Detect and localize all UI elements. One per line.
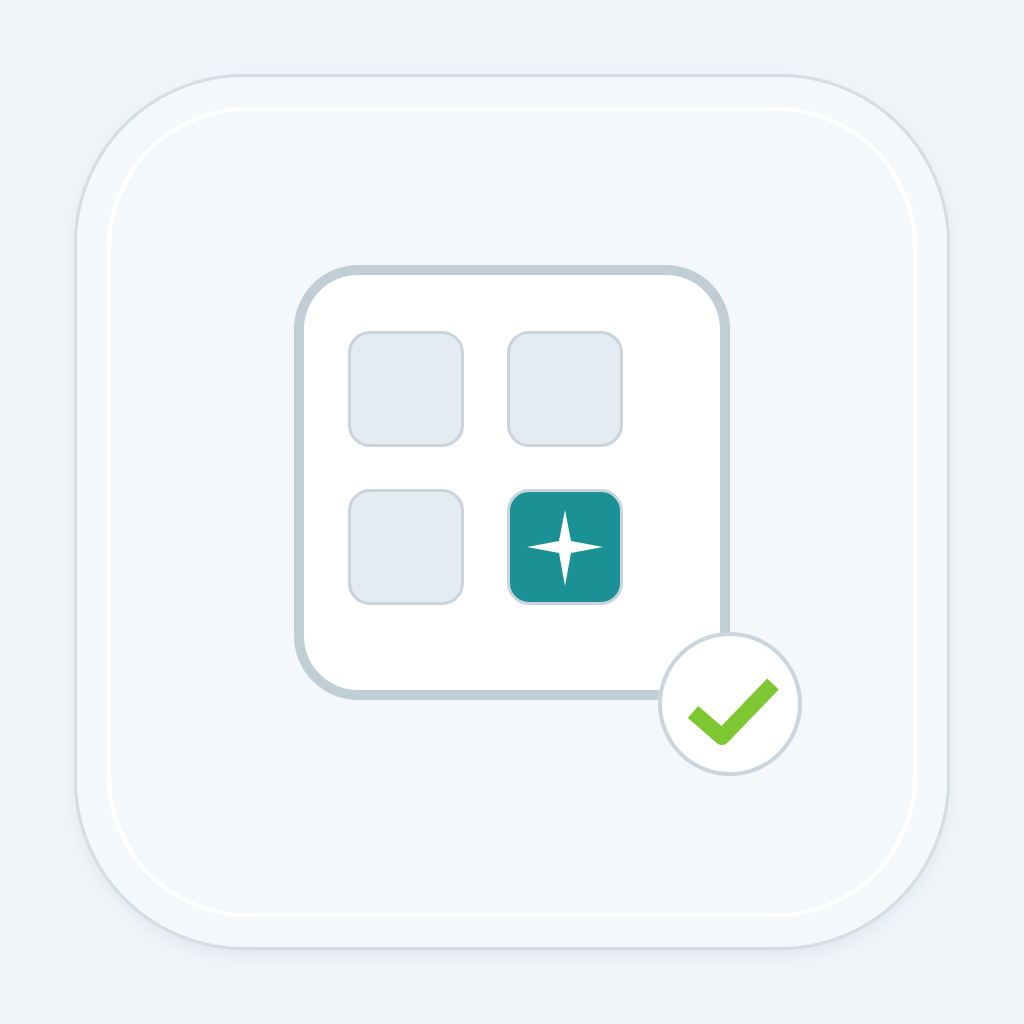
grid-tile-selected[interactable] <box>507 489 623 605</box>
grid-tile-bottom-left[interactable] <box>348 489 464 605</box>
grid-panel <box>294 265 730 700</box>
sparkle-icon <box>527 510 603 586</box>
verified-badge <box>658 632 802 776</box>
checkmark-icon <box>687 678 779 745</box>
grid-tile-top-right[interactable] <box>507 331 623 447</box>
grid-tile-top-left[interactable] <box>348 331 464 447</box>
